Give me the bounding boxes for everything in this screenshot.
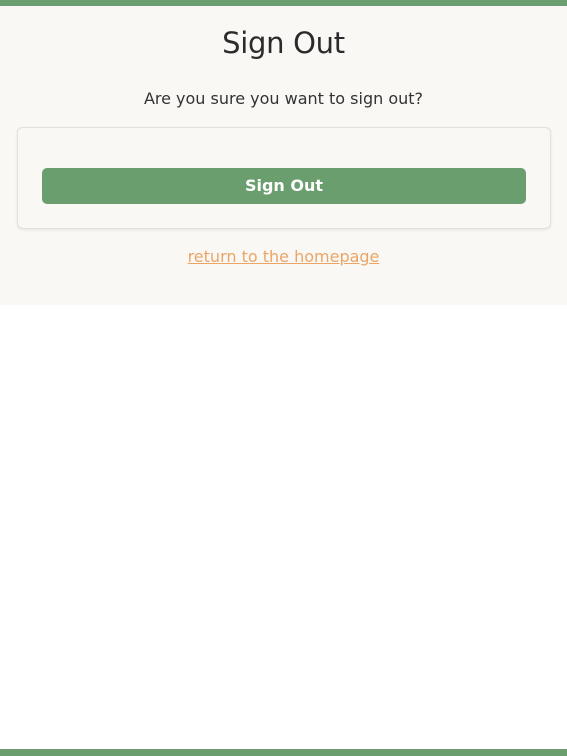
sign-out-button[interactable]: Sign Out: [42, 168, 526, 204]
page-title: Sign Out: [222, 26, 345, 60]
bottom-accent-bar: [0, 749, 567, 756]
return-homepage-link[interactable]: return to the homepage: [0, 247, 567, 266]
page: Sign Out Are you sure you want to sign o…: [0, 0, 567, 756]
signout-form-card: Sign Out: [17, 127, 551, 229]
signout-section: Sign Out Are you sure you want to sign o…: [0, 6, 567, 305]
confirm-message: Are you sure you want to sign out?: [143, 89, 424, 108]
